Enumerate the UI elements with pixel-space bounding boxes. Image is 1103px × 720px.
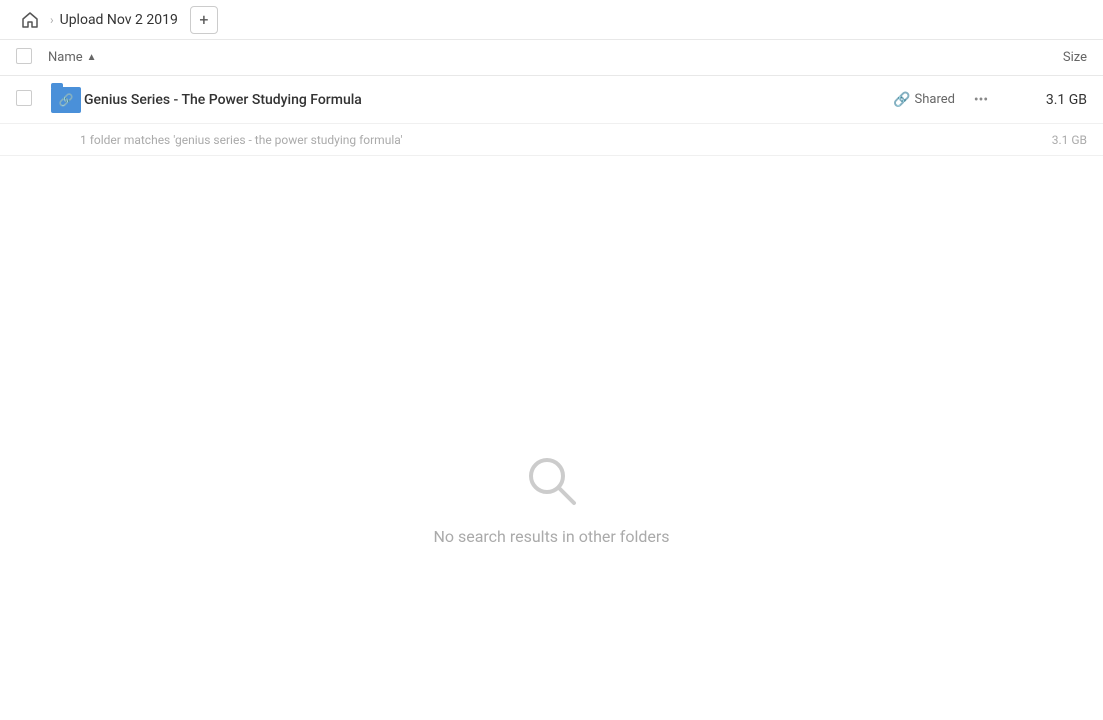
folder-icon: 🔗 [51, 87, 81, 113]
empty-state-text: No search results in other folders [433, 527, 669, 546]
header-checkbox[interactable] [16, 48, 48, 68]
name-column-header[interactable]: Name ▲ [48, 50, 1007, 65]
add-button[interactable]: + [190, 6, 218, 34]
checkbox-icon [16, 48, 32, 64]
shared-label: Shared [915, 92, 955, 107]
shared-badge: 🔗 Shared [893, 92, 955, 108]
shared-link-icon: 🔗 [893, 92, 910, 108]
size-column-header[interactable]: Size [1007, 50, 1087, 65]
more-icon: ••• [974, 92, 988, 108]
match-info-text: 1 folder matches 'genius series - the po… [80, 133, 402, 147]
breadcrumb-text[interactable]: Upload Nov 2 2019 [60, 12, 178, 28]
more-options-button[interactable]: ••• [967, 86, 995, 114]
breadcrumb-bar: › Upload Nov 2 2019 + [0, 0, 1103, 40]
home-icon [22, 12, 38, 28]
sort-arrow-icon: ▲ [87, 52, 97, 63]
add-icon: + [199, 10, 208, 29]
column-headers: Name ▲ Size [0, 40, 1103, 76]
content-area: Name ▲ Size 🔗 Genius Series - The Power … [0, 40, 1103, 720]
folder-icon-wrapper: 🔗 [48, 87, 84, 113]
file-size: 3.1 GB [1007, 92, 1087, 108]
table-row[interactable]: 🔗 Genius Series - The Power Studying For… [0, 76, 1103, 124]
row-checkbox-icon [16, 90, 32, 106]
match-info-bar: 1 folder matches 'genius series - the po… [0, 124, 1103, 156]
empty-search-icon [522, 451, 582, 511]
file-name[interactable]: Genius Series - The Power Studying Formu… [84, 92, 893, 108]
home-button[interactable] [16, 6, 44, 34]
match-info-size: 3.1 GB [1052, 133, 1087, 147]
breadcrumb-chevron: › [50, 13, 54, 27]
size-column-label: Size [1063, 50, 1087, 65]
empty-state: No search results in other folders [0, 156, 1103, 720]
link-icon: 🔗 [59, 93, 74, 107]
row-checkbox[interactable] [16, 90, 48, 110]
name-column-label: Name [48, 50, 83, 65]
